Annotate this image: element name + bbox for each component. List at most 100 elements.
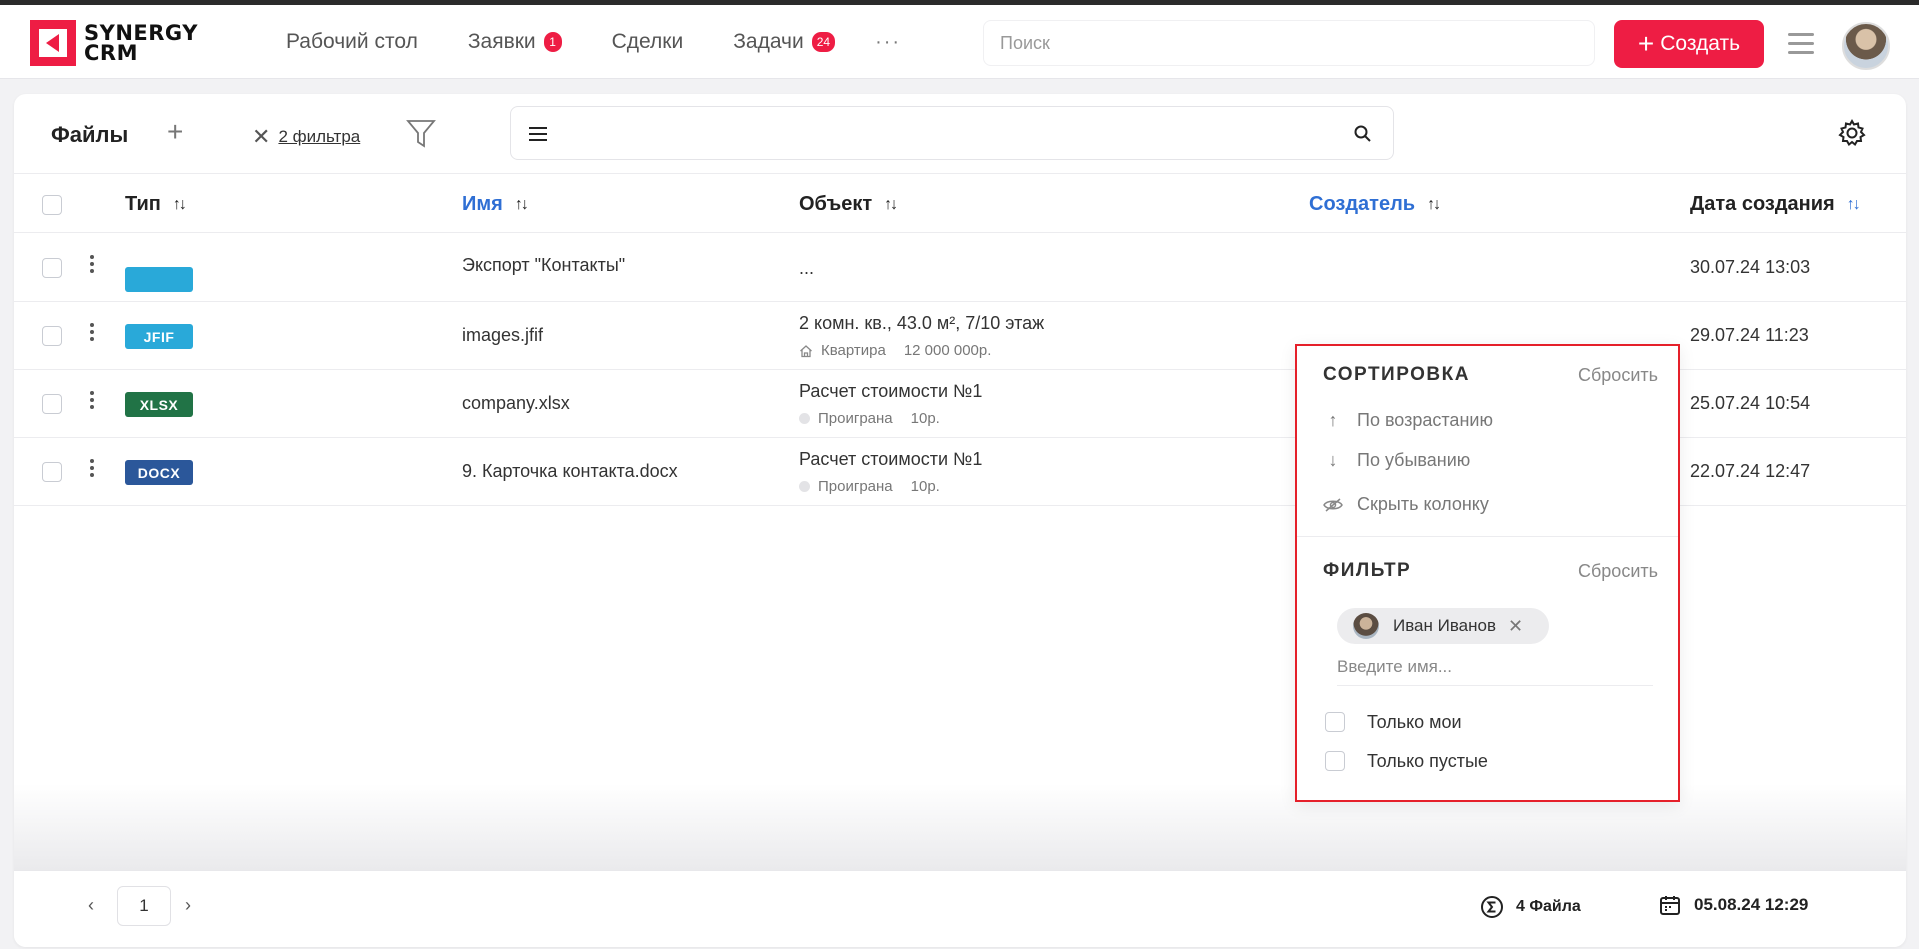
nav-item-desktop[interactable]: Рабочий стол	[286, 30, 418, 54]
object-details: Квартира 12 000 000р.	[799, 342, 991, 359]
create-button[interactable]: + Создать	[1614, 20, 1764, 68]
column-created[interactable]: Дата создания ↑↓	[1690, 193, 1861, 216]
popup-divider	[1297, 536, 1678, 537]
files-search-input[interactable]	[510, 106, 1394, 160]
file-type-badge: XLSX	[125, 392, 193, 417]
nav-item-deals[interactable]: Сделки	[612, 30, 684, 54]
file-name[interactable]: company.xlsx	[462, 393, 570, 414]
logo[interactable]: SYNERGY CRM	[30, 19, 230, 67]
file-type-badge: DOCX	[125, 460, 193, 485]
row-checkbox[interactable]	[42, 258, 62, 278]
created-date: 30.07.24 13:03	[1690, 257, 1811, 277]
main-nav: Рабочий стол Заявки 1 Сделки Задачи 24 ·…	[286, 5, 901, 79]
table-header: Тип ↑↓ Имя ↑↓ Объект ↑↓ Создатель ↑↓ Дата со…	[14, 175, 1906, 233]
page-title: Файлы	[51, 122, 129, 147]
only-empty-label[interactable]: Только пустые	[1367, 751, 1488, 772]
status-dot-icon	[799, 481, 810, 492]
row-checkbox[interactable]	[42, 394, 62, 414]
row-menu-icon[interactable]	[90, 391, 94, 412]
files-card: Файлы + ✕ 2 фильтра Тип↑↓ Имя↑↓ Объект	[14, 94, 1906, 947]
plus-icon: +	[1637, 28, 1655, 59]
add-file-icon[interactable]: +	[167, 116, 183, 148]
sort-icon[interactable]: ↑↓	[884, 196, 898, 214]
files-toolbar: Файлы + ✕ 2 фильтра	[14, 94, 1906, 174]
menu-icon[interactable]	[1788, 33, 1814, 54]
filter-reset-button[interactable]: Сбросить	[1578, 561, 1658, 582]
only-mine-checkbox[interactable]	[1325, 712, 1345, 732]
house-icon	[800, 344, 812, 357]
filter-section-title: ФИЛЬТР	[1323, 560, 1412, 581]
row-menu-icon[interactable]	[90, 459, 94, 480]
column-type[interactable]: Тип ↑↓	[125, 193, 187, 216]
file-object: ...	[799, 258, 815, 278]
nav-item-requests[interactable]: Заявки 1	[468, 30, 562, 54]
current-date: 05.08.24 12:29	[1658, 893, 1808, 917]
requests-count-badge: 1	[543, 32, 562, 52]
logo-icon	[30, 20, 76, 66]
clear-filters-icon[interactable]: ✕	[252, 124, 270, 150]
nav-item-tasks[interactable]: Задачи 24	[733, 30, 836, 54]
filters-link[interactable]: 2 фильтра	[278, 127, 360, 147]
sort-icon[interactable]: ↑↓	[173, 196, 187, 214]
sort-asc-option[interactable]: ↑ По возрастанию	[1323, 410, 1493, 431]
sort-icon[interactable]: ↑↓	[1847, 196, 1861, 214]
nav-more-icon[interactable]: ···	[875, 31, 901, 54]
creator-name-input[interactable]	[1337, 648, 1653, 686]
file-type-badge: JFIF	[125, 324, 193, 349]
next-page-icon[interactable]: ›	[185, 895, 191, 916]
user-avatar[interactable]	[1842, 22, 1890, 70]
selected-user-chip: Иван Иванов ✕	[1337, 608, 1549, 644]
settings-gear-icon[interactable]	[1837, 118, 1867, 148]
object-details: Проиграна 10р.	[799, 478, 940, 495]
files-count: 4 Файла	[1480, 895, 1581, 919]
only-mine-label[interactable]: Только мои	[1367, 712, 1462, 733]
file-name[interactable]: 9. Карточка контакта.docx	[462, 461, 678, 482]
active-filters: ✕ 2 фильтра	[252, 124, 360, 150]
sort-icon[interactable]: ↑↓	[515, 196, 529, 214]
row-menu-icon[interactable]	[90, 255, 94, 276]
eye-off-icon	[1323, 497, 1343, 512]
filter-icon[interactable]	[406, 118, 436, 150]
logo-text: SYNERGY CRM	[84, 21, 198, 65]
arrow-down-icon: ↓	[1328, 450, 1338, 470]
created-date: 25.07.24 10:54	[1690, 393, 1811, 413]
calendar-icon	[1660, 896, 1680, 915]
creator-column-popup: СОРТИРОВКА Сбросить ↑ По возрастанию ↓ П…	[1295, 344, 1680, 802]
row-menu-icon[interactable]	[90, 323, 94, 344]
created-date: 22.07.24 12:47	[1690, 461, 1811, 481]
file-name[interactable]: images.jfif	[462, 325, 543, 346]
tasks-count-badge: 24	[811, 32, 836, 52]
table-row[interactable]: Экспорт "Контакты" ... 30.07.24 13:03	[14, 234, 1906, 302]
arrow-up-icon: ↑	[1328, 410, 1338, 430]
sort-section-title: СОРТИРОВКА	[1323, 364, 1470, 385]
file-object[interactable]: Расчет стоимости №1	[799, 449, 982, 470]
row-checkbox[interactable]	[42, 462, 62, 482]
app-header: SYNERGY CRM Рабочий стол Заявки 1 Сделки…	[0, 5, 1919, 79]
select-all-checkbox[interactable]	[42, 195, 62, 215]
file-type-badge	[125, 267, 193, 292]
status-dot-icon	[799, 413, 810, 424]
sum-icon	[1481, 896, 1503, 918]
avatar	[1353, 613, 1379, 639]
global-search-input[interactable]: Поиск	[983, 20, 1595, 66]
search-menu-icon[interactable]	[529, 127, 547, 145]
file-object[interactable]: 2 комн. кв., 43.0 м², 7/10 этаж	[799, 313, 1044, 334]
file-name[interactable]: Экспорт "Контакты"	[462, 255, 625, 276]
object-details: Проиграна 10р.	[799, 410, 940, 427]
created-date: 29.07.24 11:23	[1690, 325, 1809, 345]
file-object[interactable]: Расчет стоимости №1	[799, 381, 982, 402]
hide-column-option[interactable]: Скрыть колонку	[1323, 494, 1489, 515]
column-object[interactable]: Объект ↑↓	[799, 193, 898, 216]
table-footer: ‹ 1 › 4 Файла 05.08.24 12:29	[14, 870, 1906, 947]
sort-desc-option[interactable]: ↓ По убыванию	[1323, 450, 1471, 471]
sort-icon[interactable]: ↑↓	[1427, 196, 1441, 214]
only-empty-checkbox[interactable]	[1325, 751, 1345, 771]
column-creator[interactable]: Создатель ↑↓	[1309, 193, 1441, 216]
prev-page-icon[interactable]: ‹	[88, 895, 94, 916]
page-number-input[interactable]: 1	[117, 886, 171, 926]
row-checkbox[interactable]	[42, 326, 62, 346]
column-name[interactable]: Имя ↑↓	[462, 193, 529, 216]
sort-reset-button[interactable]: Сбросить	[1578, 365, 1658, 386]
remove-chip-icon[interactable]: ✕	[1508, 616, 1523, 637]
search-icon[interactable]	[1353, 124, 1373, 144]
